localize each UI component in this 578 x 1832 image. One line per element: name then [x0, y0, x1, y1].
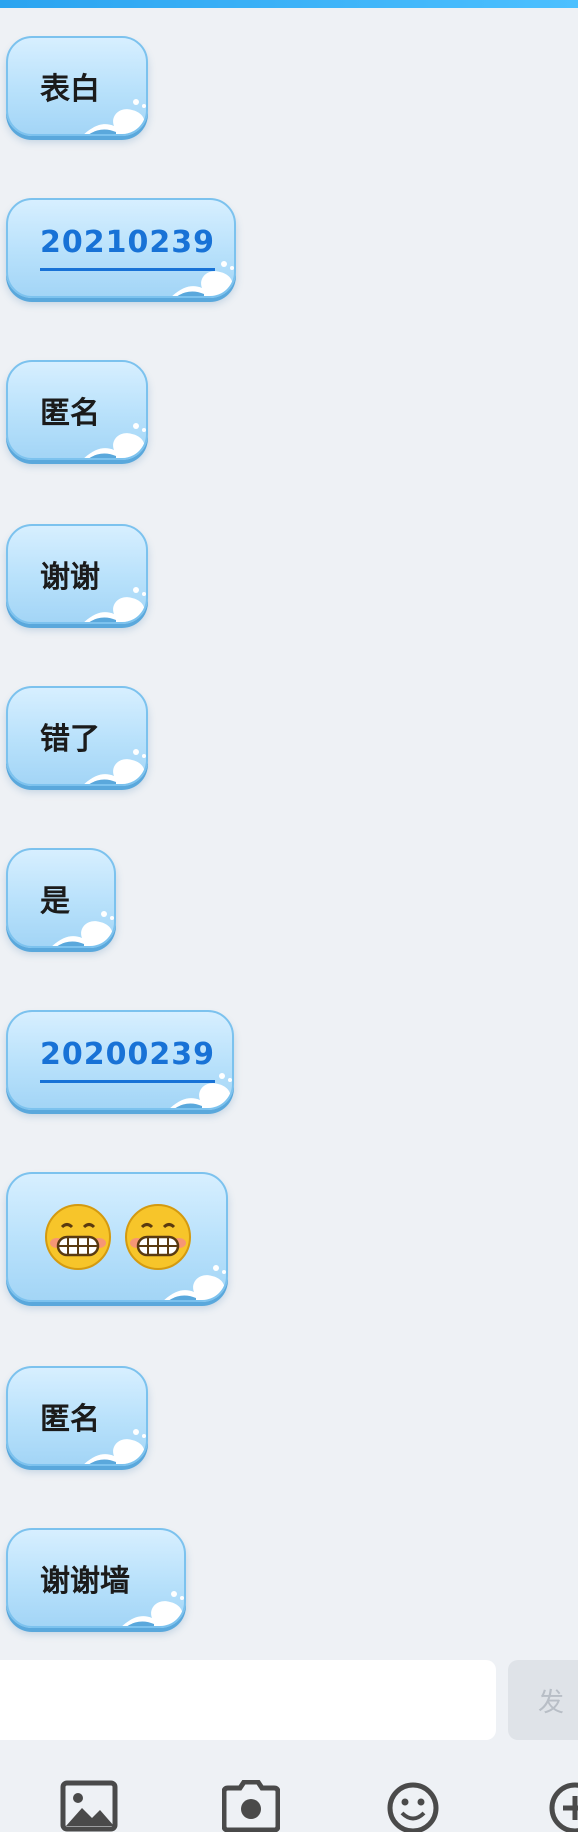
wave-decoration-icon	[52, 911, 114, 946]
message-input[interactable]	[0, 1660, 496, 1740]
composer-toolbar	[0, 1746, 578, 1832]
wave-decoration-icon	[164, 1265, 226, 1300]
wave-decoration-icon	[84, 587, 146, 622]
send-button[interactable]: 发	[508, 1660, 578, 1740]
message-text: 谢谢墙	[40, 1564, 130, 1599]
message-bubble[interactable]: 谢谢墙	[6, 1528, 186, 1628]
message-bubble[interactable]: 错了	[6, 686, 148, 786]
wave-decoration-icon	[84, 423, 146, 458]
message-bubble[interactable]: 表白	[6, 36, 148, 136]
wave-decoration-icon	[84, 1429, 146, 1464]
wave-decoration-icon	[170, 1073, 232, 1108]
message-bubble[interactable]: 是	[6, 848, 116, 948]
chat-message-list[interactable]: 表白 20210239 匿名 谢谢 错了 是 20200239 匿名 谢谢墙	[0, 0, 578, 1650]
camera-icon[interactable]	[222, 1780, 280, 1832]
grin-emoji-icon	[45, 1204, 111, 1270]
plus-icon[interactable]	[546, 1780, 578, 1832]
message-bubble[interactable]: 匿名	[6, 1366, 148, 1466]
message-bubble[interactable]: 20200239	[6, 1010, 234, 1110]
wave-decoration-icon	[122, 1591, 184, 1626]
wave-decoration-icon	[84, 99, 146, 134]
message-bubble[interactable]: 匿名	[6, 360, 148, 460]
message-bubble[interactable]: 20210239	[6, 198, 236, 298]
emoji-icon[interactable]	[384, 1780, 442, 1832]
wave-decoration-icon	[172, 261, 234, 296]
message-bubble[interactable]: 谢谢	[6, 524, 148, 624]
image-icon[interactable]	[60, 1780, 118, 1832]
composer: 发	[0, 1656, 578, 1744]
message-bubble[interactable]	[6, 1172, 228, 1302]
wave-decoration-icon	[84, 749, 146, 784]
